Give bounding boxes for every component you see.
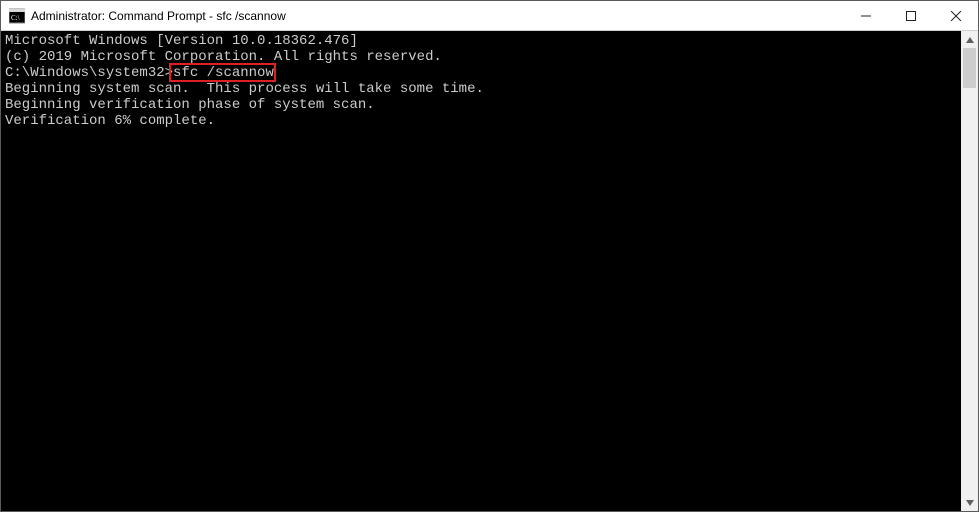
command-prompt-window: C:\ Administrator: Command Prompt - sfc … [0, 0, 979, 512]
scroll-down-button[interactable] [961, 494, 978, 511]
vertical-scrollbar[interactable] [961, 31, 978, 511]
output-line: Beginning system scan. This process will… [5, 81, 961, 97]
output-line: (c) 2019 Microsoft Corporation. All righ… [5, 49, 961, 65]
maximize-button[interactable] [888, 1, 933, 30]
output-line: Beginning verification phase of system s… [5, 97, 961, 113]
minimize-button[interactable] [843, 1, 888, 30]
svg-text:C:\: C:\ [11, 14, 20, 22]
client-area: Microsoft Windows [Version 10.0.18362.47… [1, 31, 978, 511]
terminal-output[interactable]: Microsoft Windows [Version 10.0.18362.47… [1, 31, 961, 511]
prompt-text: C:\Windows\system32> [5, 65, 173, 81]
output-line: Microsoft Windows [Version 10.0.18362.47… [5, 33, 961, 49]
scrollbar-track[interactable] [961, 48, 978, 494]
window-title: Administrator: Command Prompt - sfc /sca… [31, 9, 286, 23]
output-line: Verification 6% complete. [5, 113, 961, 129]
close-button[interactable] [933, 1, 978, 30]
prompt-line: C:\Windows\system32>sfc /scannow [5, 65, 961, 81]
scroll-up-button[interactable] [961, 31, 978, 48]
cmd-icon: C:\ [9, 8, 25, 24]
titlebar[interactable]: C:\ Administrator: Command Prompt - sfc … [1, 1, 978, 31]
scrollbar-thumb[interactable] [963, 48, 976, 88]
command-text: sfc /scannow [173, 65, 274, 81]
